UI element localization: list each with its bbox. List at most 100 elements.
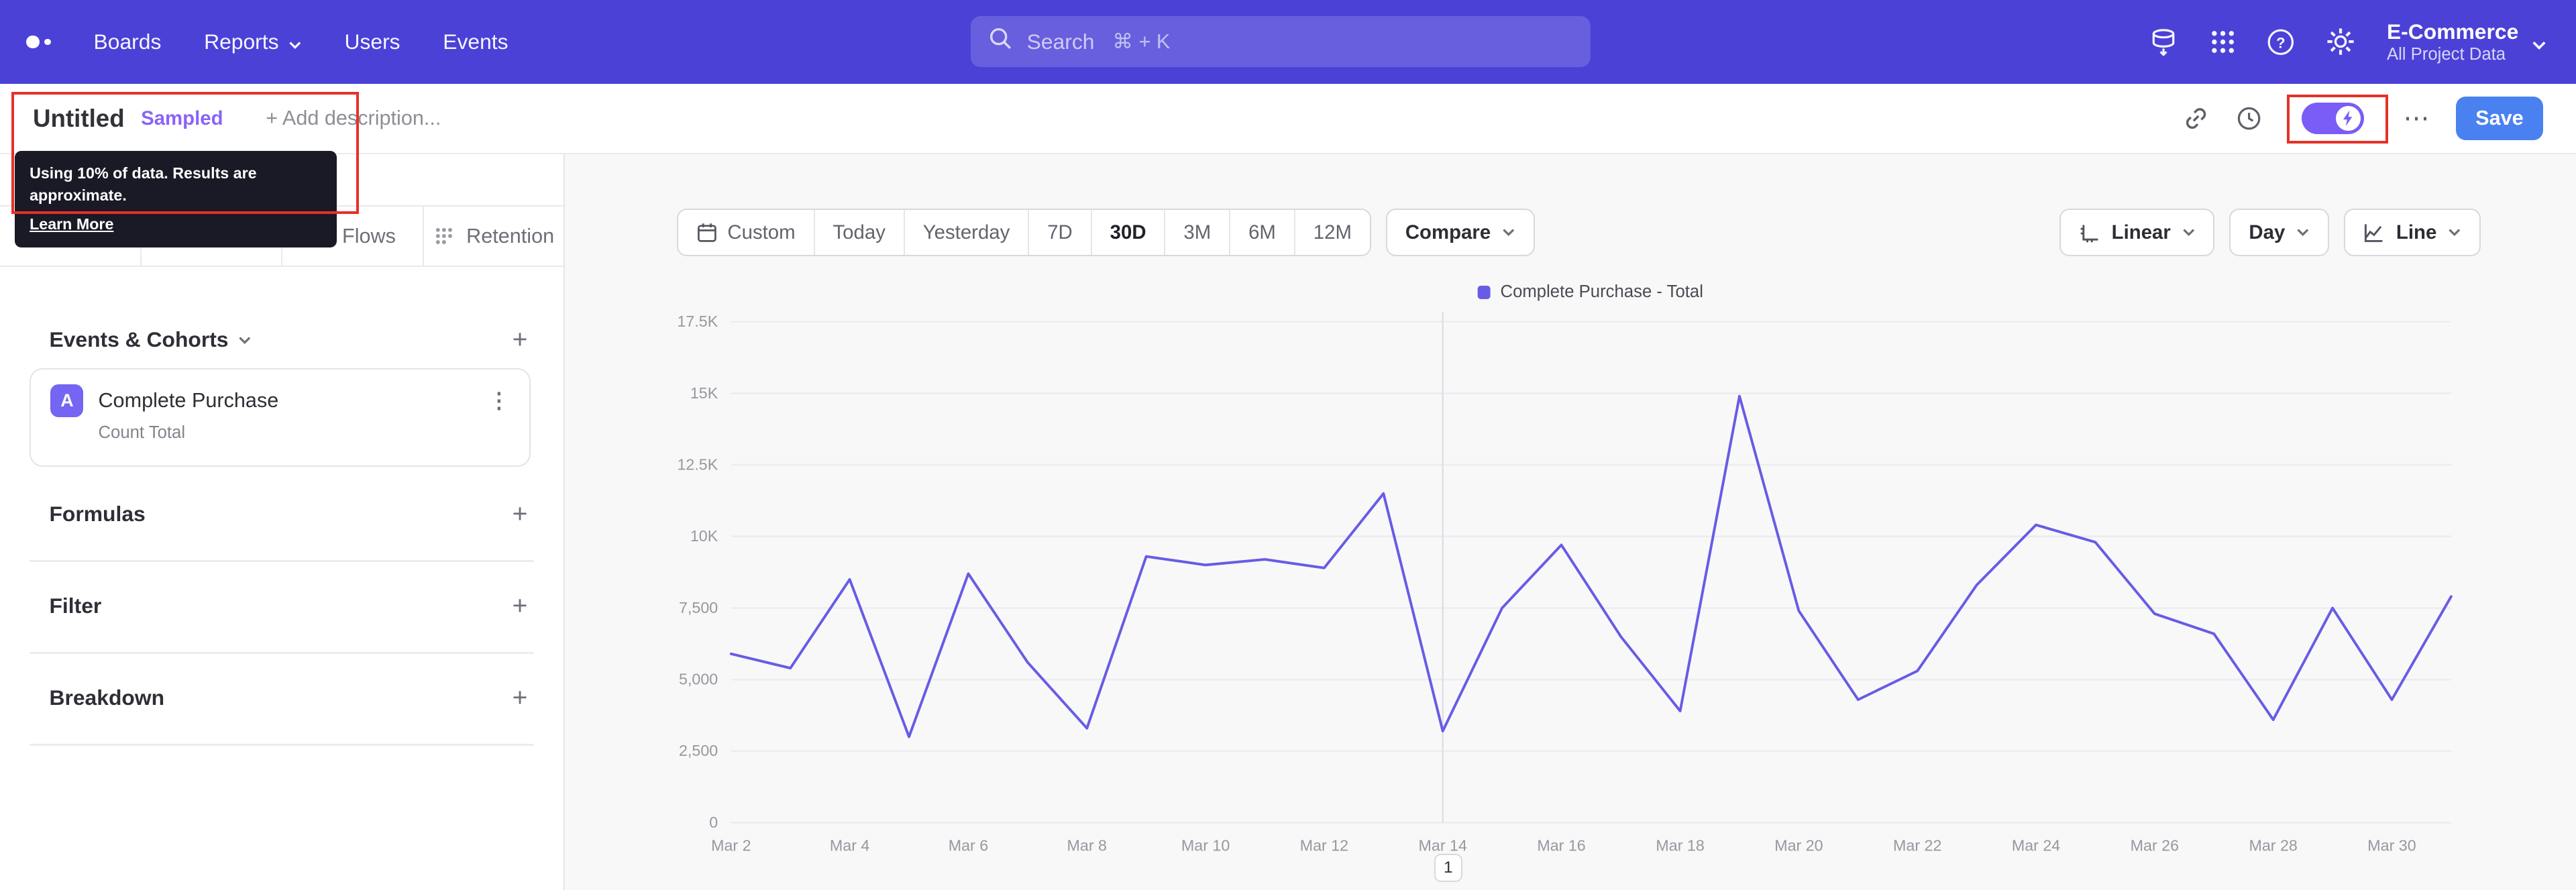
date-30d-button[interactable]: 30D	[1090, 210, 1165, 256]
chevron-down-icon	[2182, 228, 2196, 237]
nav-boards[interactable]: Boards	[94, 30, 162, 54]
svg-text:12.5K: 12.5K	[677, 456, 718, 474]
add-filter-button[interactable]: +	[513, 593, 528, 619]
pagination-page[interactable]: 1	[1434, 854, 1462, 883]
search-placeholder: Search	[1026, 29, 1095, 54]
app: Boards Reports Users Events Search ⌘ + K…	[0, 0, 2576, 890]
filter-label[interactable]: Filter	[49, 594, 101, 618]
svg-text:Mar 4: Mar 4	[830, 837, 870, 854]
project-switcher[interactable]: E-Commerce All Project Data	[2387, 19, 2546, 65]
learn-more-link[interactable]: Learn More	[30, 215, 113, 233]
svg-text:Mar 8: Mar 8	[1067, 837, 1106, 854]
sampling-tooltip: Using 10% of data. Results are approxima…	[15, 151, 337, 247]
search-shortcut: ⌘ + K	[1112, 30, 1171, 53]
history-icon[interactable]	[2236, 105, 2262, 131]
project-name: E-Commerce	[2386, 19, 2519, 44]
breakdown-section: Breakdown +	[49, 678, 527, 718]
nav-events[interactable]: Events	[443, 30, 508, 54]
formulas-label[interactable]: Formulas	[49, 502, 145, 526]
date-today-button[interactable]: Today	[813, 210, 904, 256]
svg-text:10K: 10K	[690, 527, 718, 545]
nav-reports[interactable]: Reports	[204, 30, 302, 54]
line-chart[interactable]: 0 2,500 5,000 7,500 10K 12.5K 15K 17.5K Mar 2 Mar…	[677, 312, 2550, 862]
svg-text:2,500: 2,500	[679, 742, 718, 760]
settings-gear-icon[interactable]	[2326, 27, 2355, 56]
chart-type-line-button[interactable]: Line	[2344, 209, 2481, 257]
event-avatar: A	[50, 384, 84, 417]
svg-text:Mar 12: Mar 12	[1300, 837, 1348, 854]
svg-text:Mar 24: Mar 24	[2012, 837, 2060, 854]
svg-text:Mar 26: Mar 26	[2131, 837, 2179, 854]
mixpanel-logo[interactable]	[26, 35, 51, 49]
copy-link-icon[interactable]	[2183, 105, 2209, 131]
add-formula-button[interactable]: +	[513, 501, 528, 527]
calendar-icon	[696, 222, 718, 243]
more-menu-icon[interactable]: ⋯	[2403, 105, 2429, 131]
search-input[interactable]: Search ⌘ + K	[971, 16, 1591, 68]
svg-text:Mar 16: Mar 16	[1537, 837, 1585, 854]
formulas-section: Formulas +	[49, 494, 527, 534]
event-name[interactable]: Complete Purchase	[98, 389, 278, 412]
date-7d-button[interactable]: 7D	[1028, 210, 1091, 256]
add-event-button[interactable]: +	[513, 327, 528, 353]
tooltip-text: Using 10% of data. Results are approxima…	[30, 164, 257, 204]
date-12m-button[interactable]: 12M	[1293, 210, 1370, 256]
report-header: Untitled Sampled + Add description... ⋯ …	[0, 83, 2576, 155]
chart-legend[interactable]: Complete Purchase - Total	[1477, 282, 1703, 302]
legend-swatch	[1477, 285, 1491, 299]
svg-text:Mar 20: Mar 20	[1774, 837, 1823, 854]
divider	[30, 652, 535, 654]
divider	[30, 560, 535, 562]
tab-retention-label: Retention	[466, 224, 555, 247]
apps-grid-icon[interactable]	[2210, 29, 2236, 55]
axis-icon	[2079, 222, 2100, 243]
kebab-menu-icon[interactable]: ⋮	[488, 388, 510, 413]
legend-label: Complete Purchase - Total	[1500, 282, 1703, 302]
svg-text:15K: 15K	[690, 384, 718, 402]
help-icon[interactable]: ?	[2267, 28, 2295, 56]
svg-text:17.5K: 17.5K	[677, 313, 718, 330]
date-6m-button[interactable]: 6M	[1229, 210, 1294, 256]
chevron-down-icon	[288, 30, 302, 54]
granularity-day-button[interactable]: Day	[2229, 209, 2329, 257]
nav-users-label: Users	[344, 29, 400, 54]
chevron-down-icon	[2296, 228, 2310, 237]
svg-text:0: 0	[709, 814, 718, 831]
svg-text:Mar 14: Mar 14	[1418, 837, 1466, 854]
chevron-down-icon	[1502, 228, 1515, 237]
top-nav: Boards Reports Users Events Search ⌘ + K…	[0, 0, 2576, 84]
nav-reports-label: Reports	[204, 29, 279, 54]
line-chart-icon	[2363, 222, 2385, 243]
breakdown-label[interactable]: Breakdown	[49, 685, 164, 710]
date-range-group: Custom Today Yesterday 7D 30D 3M 6M 12M	[676, 209, 1371, 257]
events-cohorts-label[interactable]: Events & Cohorts	[49, 327, 251, 352]
svg-text:5,000: 5,000	[679, 671, 718, 688]
report-title[interactable]: Untitled	[33, 105, 125, 133]
sidebar: Insights Funnels Flows Retention Events …	[0, 154, 566, 890]
logo-dot-icon	[44, 38, 51, 46]
event-card[interactable]: A Complete Purchase ⋮ Count Total	[30, 368, 531, 467]
nav-boards-label: Boards	[93, 29, 162, 54]
svg-text:Mar 28: Mar 28	[2249, 837, 2297, 854]
date-custom-label: Custom	[727, 221, 796, 243]
svg-text:Mar 10: Mar 10	[1181, 837, 1230, 854]
add-breakdown-button[interactable]: +	[513, 685, 528, 711]
scale-linear-button[interactable]: Linear	[2059, 209, 2215, 257]
date-custom-button[interactable]: Custom	[678, 210, 814, 256]
tab-retention[interactable]: Retention	[423, 207, 564, 266]
chevron-down-icon	[2532, 27, 2546, 56]
sampling-toggle[interactable]	[2301, 103, 2364, 134]
data-management-icon[interactable]	[2149, 27, 2178, 57]
save-button[interactable]: Save	[2455, 97, 2544, 140]
granularity-day-label: Day	[2249, 221, 2286, 243]
scale-linear-label: Linear	[2111, 221, 2171, 243]
retention-icon	[433, 225, 455, 247]
date-3m-button[interactable]: 3M	[1164, 210, 1230, 256]
project-subtitle: All Project Data	[2386, 45, 2506, 64]
add-description[interactable]: + Add description...	[266, 107, 441, 130]
nav-users[interactable]: Users	[344, 30, 400, 54]
event-measure[interactable]: Count Total	[98, 423, 509, 443]
compare-button[interactable]: Compare	[1385, 209, 1535, 257]
sampled-badge[interactable]: Sampled	[141, 107, 223, 130]
date-yesterday-button[interactable]: Yesterday	[903, 210, 1028, 256]
